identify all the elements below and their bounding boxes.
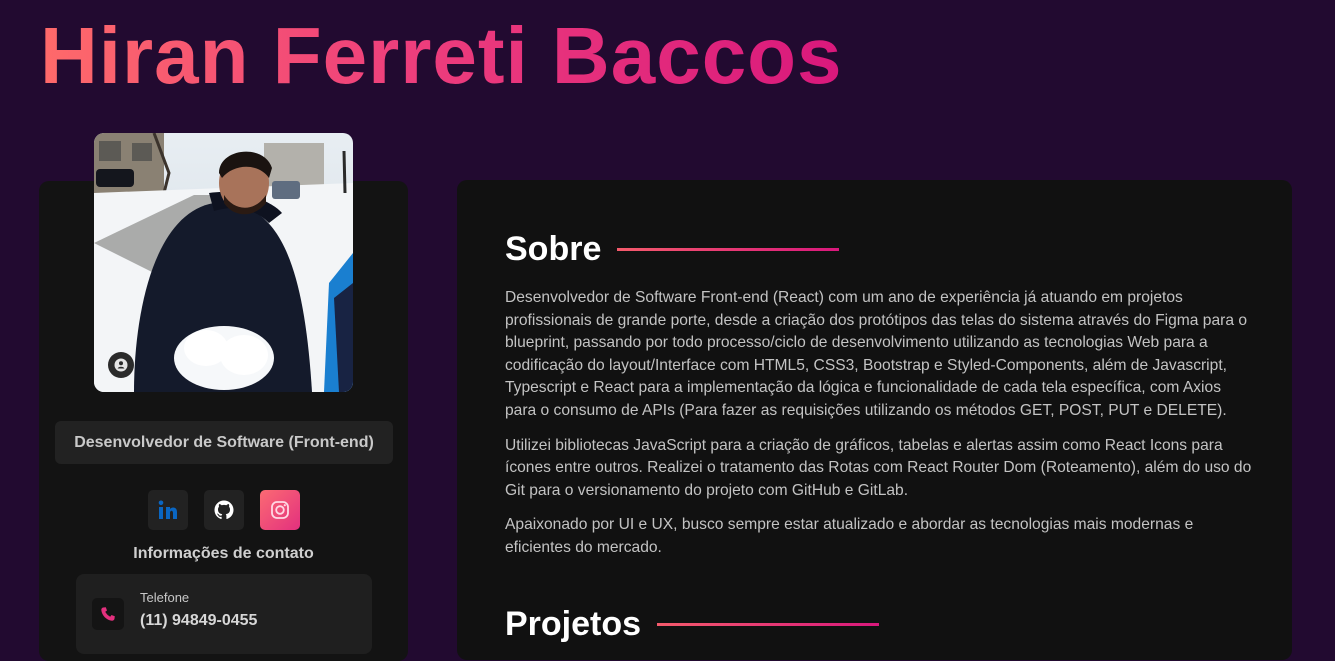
phone-number: (11) 94849-0455 (140, 612, 258, 629)
projects-section-header: Projetos (505, 604, 880, 644)
linkedin-icon[interactable] (148, 490, 188, 530)
about-paragraph: Desenvolvedor de Software Front-end (Rea… (505, 289, 1247, 419)
contact-label: Telefone (140, 590, 190, 605)
contact-heading: Informações de contato (133, 545, 314, 562)
about-section-header: Sobre (505, 229, 840, 269)
page-title: Hiran Ferreti Baccos (40, 8, 843, 104)
about-text: Desenvolvedor de Software Front-end (Rea… (505, 287, 1255, 572)
role-badge: Desenvolvedor de Software (Front-end) (55, 421, 393, 464)
about-paragraph: Utilizei bibliotecas JavaScript para a c… (505, 436, 1252, 499)
instagram-icon[interactable] (260, 490, 300, 530)
contact-phone-card[interactable]: Telefone (11) 94849-0455 (76, 574, 372, 654)
projects-title: Projetos (505, 605, 642, 643)
about-paragraph: Apaixonado por UI e UX, busco sempre est… (505, 516, 1194, 556)
github-icon[interactable] (204, 490, 244, 530)
social-links (148, 490, 300, 530)
about-title: Sobre (505, 230, 602, 268)
user-icon[interactable] (108, 352, 134, 378)
phone-icon (92, 598, 124, 630)
profile-photo (94, 133, 353, 392)
title-underline (657, 622, 880, 626)
title-underline (617, 247, 840, 251)
